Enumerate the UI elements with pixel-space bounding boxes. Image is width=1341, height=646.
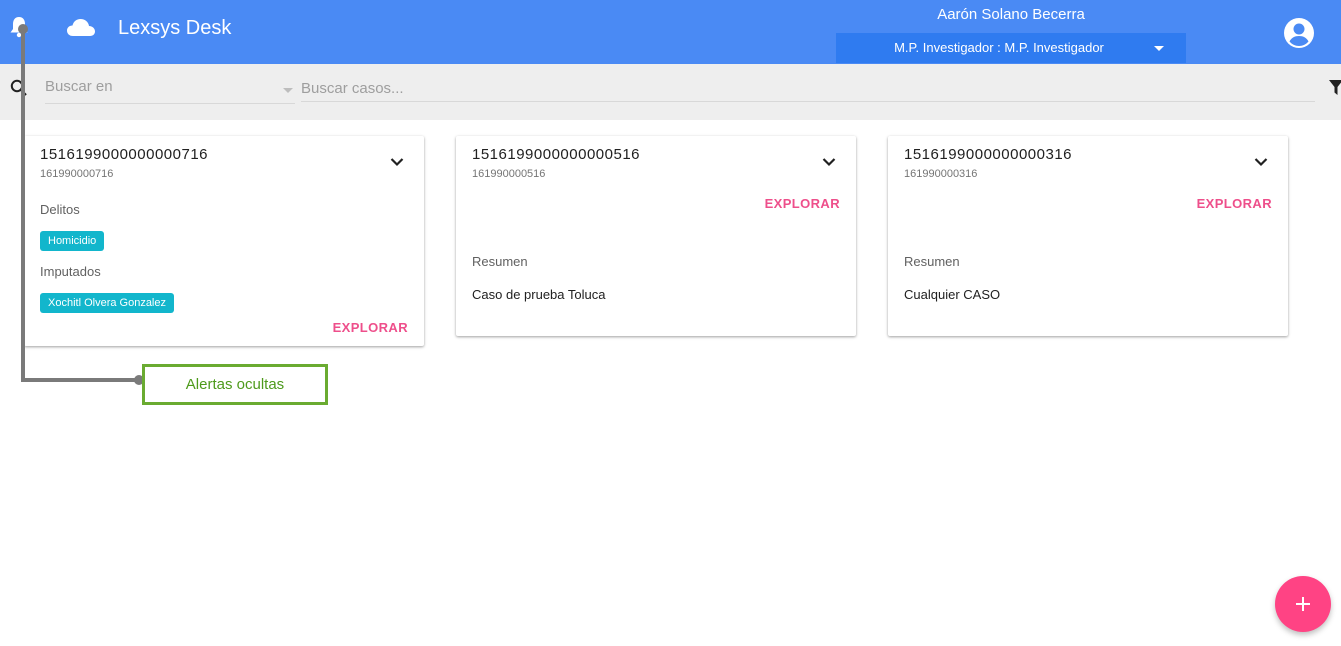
user-name: Aarón Solano Becerra bbox=[937, 6, 1085, 23]
annotation-connector bbox=[21, 378, 141, 382]
annotation-dot bbox=[18, 24, 28, 34]
case-subnumber: 161990000516 bbox=[472, 168, 546, 180]
role-select[interactable]: M.P. Investigador : M.P. Investigador bbox=[836, 33, 1186, 63]
case-subnumber: 161990000716 bbox=[40, 168, 114, 180]
summary-label: Resumen bbox=[472, 254, 528, 269]
imputados-label: Imputados bbox=[40, 264, 101, 279]
chevron-down-icon bbox=[283, 88, 293, 93]
case-number: 1516199000000000316 bbox=[904, 146, 1073, 163]
add-case-button[interactable] bbox=[1275, 576, 1331, 632]
account-circle-icon[interactable] bbox=[1283, 17, 1315, 49]
chevron-down-icon[interactable] bbox=[1254, 154, 1268, 167]
filter-icon[interactable] bbox=[1329, 79, 1341, 97]
summary-text: Caso de prueba Toluca bbox=[472, 287, 606, 302]
summary-text: Cualquier CASO bbox=[904, 287, 1001, 302]
chevron-down-icon bbox=[1154, 46, 1164, 51]
plus-icon bbox=[1302, 597, 1304, 611]
annotation-connector bbox=[21, 28, 25, 382]
search-icon bbox=[10, 79, 28, 97]
summary-label: Resumen bbox=[904, 254, 960, 269]
app-title: Lexsys Desk bbox=[118, 17, 232, 39]
search-scope-underline bbox=[45, 103, 295, 104]
explore-button[interactable]: EXPLORAR bbox=[333, 320, 408, 335]
explore-button[interactable]: EXPLORAR bbox=[765, 196, 840, 211]
case-number: 1516199000000000516 bbox=[472, 146, 641, 163]
search-input[interactable] bbox=[301, 76, 1315, 102]
imputado-chip: Xochitl Olvera Gonzalez bbox=[40, 293, 174, 313]
delitos-label: Delitos bbox=[40, 202, 80, 217]
app-header: Lexsys Desk Aarón Solano Becerra M.P. In… bbox=[0, 0, 1341, 64]
case-number: 1516199000000000716 bbox=[40, 146, 209, 163]
delito-chip: Homicidio bbox=[40, 231, 105, 251]
search-scope-select[interactable]: Buscar en bbox=[45, 78, 295, 100]
case-subnumber: 161990000316 bbox=[904, 168, 978, 180]
chevron-down-icon[interactable] bbox=[822, 154, 836, 167]
case-card: 1516199000000000716 161990000716 Delitos… bbox=[24, 136, 424, 346]
case-card: 1516199000000000316 161990000316 EXPLORA… bbox=[888, 136, 1288, 336]
annotation-callout: Alertas ocultas bbox=[142, 364, 328, 405]
cloud-icon[interactable] bbox=[66, 17, 96, 39]
chevron-down-icon[interactable] bbox=[390, 154, 404, 167]
role-select-value: M.P. Investigador : M.P. Investigador bbox=[894, 40, 1104, 55]
case-card: 1516199000000000516 161990000516 EXPLORA… bbox=[456, 136, 856, 336]
explore-button[interactable]: EXPLORAR bbox=[1197, 196, 1272, 211]
search-scope-placeholder: Buscar en bbox=[45, 78, 113, 95]
search-bar: Buscar en bbox=[0, 64, 1341, 120]
